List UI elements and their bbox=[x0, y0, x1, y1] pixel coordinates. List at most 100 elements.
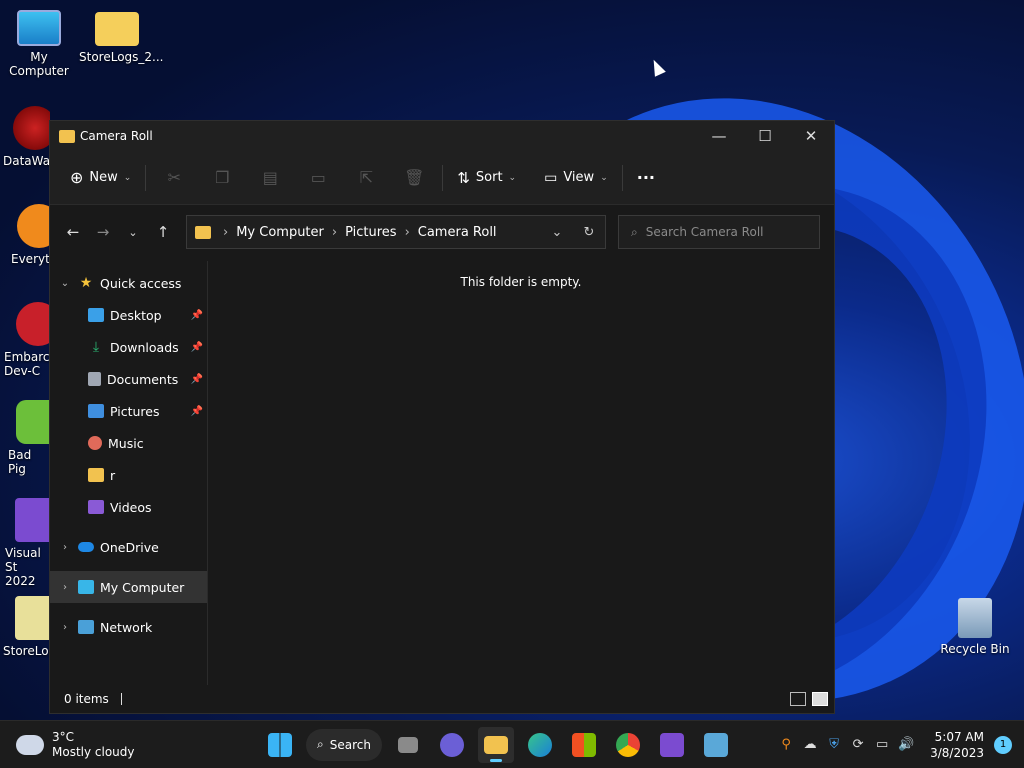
nav-quick-access[interactable]: ⌄ ★ Quick access bbox=[50, 267, 207, 299]
edge-icon bbox=[528, 732, 552, 757]
nav-my-computer[interactable]: › My Computer bbox=[50, 571, 207, 603]
sort-button[interactable]: ⇅ Sort ⌄ bbox=[447, 161, 526, 195]
nav-network[interactable]: › Network bbox=[50, 611, 207, 643]
delete-button[interactable]: 🗑 bbox=[390, 161, 438, 195]
cut-button[interactable]: ✂ bbox=[150, 161, 198, 195]
nav-label: OneDrive bbox=[100, 539, 159, 555]
clipboard-icon: ▤ bbox=[262, 168, 278, 187]
nav-label: Desktop bbox=[110, 307, 162, 323]
chat-button[interactable] bbox=[434, 727, 470, 763]
chevron-right-icon: › bbox=[63, 621, 67, 633]
title-bar[interactable]: Camera Roll — ☐ ✕ bbox=[50, 121, 834, 151]
datawag-icon bbox=[13, 106, 50, 150]
notification-badge[interactable]: 1 bbox=[994, 735, 1012, 754]
copy-button[interactable]: ❐ bbox=[198, 161, 246, 195]
start-button[interactable] bbox=[262, 727, 298, 763]
desktop-icon-bad-piggies[interactable]: Bad Pig bbox=[0, 400, 50, 476]
chat-icon bbox=[440, 732, 464, 757]
nav-videos[interactable]: Videos bbox=[50, 491, 207, 523]
nav-onedrive[interactable]: › OneDrive bbox=[50, 531, 207, 563]
weather-widget[interactable]: 3°C Mostly cloudy bbox=[0, 730, 200, 760]
breadcrumb-camera-roll[interactable]: Camera Roll bbox=[418, 225, 497, 240]
maximize-button[interactable]: ☐ bbox=[742, 121, 788, 151]
file-explorer-taskbar-button[interactable] bbox=[478, 726, 514, 763]
onedrive-tray-icon[interactable]: ☁ bbox=[798, 737, 822, 752]
desktop-icon-my-computer[interactable]: My Computer bbox=[1, 10, 77, 78]
edge-button[interactable] bbox=[522, 727, 558, 763]
details-view-button[interactable] bbox=[790, 692, 806, 706]
address-row: ← → ⌄ ↑ › My Computer › Pictures › Camer… bbox=[50, 205, 834, 259]
storelog-app-icon bbox=[15, 596, 50, 640]
defender-shield-icon[interactable]: ⛨ bbox=[822, 737, 846, 752]
folder-icon bbox=[95, 12, 139, 46]
toolbar-separator bbox=[442, 164, 444, 191]
new-button[interactable]: ⊕ New ⌄ bbox=[60, 161, 141, 195]
new-label: New bbox=[89, 170, 118, 185]
nav-pictures[interactable]: Pictures 📌 bbox=[50, 395, 207, 427]
refresh-button[interactable]: ↻ bbox=[573, 225, 605, 240]
breadcrumb-my-computer[interactable]: My Computer bbox=[236, 225, 324, 240]
view-icon: ▭ bbox=[544, 169, 558, 186]
desktop-icon-recycle-bin[interactable]: Recycle Bin bbox=[937, 598, 1013, 656]
paste-button[interactable]: ▤ bbox=[246, 161, 294, 195]
recent-locations-button[interactable]: ⌄ bbox=[118, 217, 148, 247]
minimize-button[interactable]: — bbox=[696, 121, 742, 151]
storelog-app-button[interactable] bbox=[698, 727, 734, 763]
file-explorer-window: Camera Roll — ☐ ✕ ⊕ New ⌄ ✂ ❐ ▤ ▭ ⇱ 🗑 ⇅ … bbox=[49, 120, 835, 714]
close-button[interactable]: ✕ bbox=[788, 121, 834, 151]
rename-icon: ▭ bbox=[310, 168, 326, 187]
desktop-icon-visual-studio[interactable]: Visual St 2022 bbox=[0, 498, 50, 588]
sync-icon[interactable]: ⟳ bbox=[846, 737, 870, 752]
video-icon bbox=[88, 500, 104, 514]
nav-folder-r[interactable]: r bbox=[50, 459, 207, 491]
star-icon: ★ bbox=[79, 275, 93, 291]
clock[interactable]: 5:07 AM 3/8/2023 bbox=[930, 729, 984, 761]
nav-downloads[interactable]: ⤓ Downloads 📌 bbox=[50, 331, 207, 363]
desktop-icon-devcpp[interactable]: Embarca Dev-C bbox=[0, 302, 50, 378]
nav-desktop[interactable]: Desktop 📌 bbox=[50, 299, 207, 331]
desktop-icon-datawag[interactable]: DataWag bbox=[0, 106, 50, 168]
store-button[interactable] bbox=[566, 727, 602, 763]
forward-button[interactable]: → bbox=[88, 217, 118, 247]
chevron-down-icon: ⌄ bbox=[551, 224, 563, 240]
nav-documents[interactable]: Documents 📌 bbox=[50, 363, 207, 395]
chrome-button[interactable] bbox=[610, 727, 646, 763]
search-box[interactable]: ⌕ Search Camera Roll bbox=[618, 215, 820, 249]
large-icons-view-button[interactable] bbox=[812, 692, 828, 706]
trash-icon: 🗑 bbox=[404, 168, 425, 187]
desktop-icon-everything[interactable]: Everyth bbox=[0, 204, 50, 266]
desktop-icon-storelogs-folder[interactable]: StoreLogs_2... bbox=[79, 10, 163, 64]
file-list-area[interactable]: This folder is empty. bbox=[208, 261, 834, 685]
back-button[interactable]: ← bbox=[58, 217, 88, 247]
network-icon[interactable]: ▭ bbox=[870, 737, 894, 752]
rename-button[interactable]: ▭ bbox=[294, 161, 342, 195]
visual-studio-button[interactable] bbox=[654, 727, 690, 763]
breadcrumb-pictures[interactable]: Pictures bbox=[345, 225, 396, 240]
everything-tray-icon[interactable]: ⚲ bbox=[774, 737, 798, 752]
music-icon bbox=[88, 436, 102, 450]
clock-time: 5:07 AM bbox=[934, 729, 984, 744]
address-dropdown-button[interactable]: ⌄ bbox=[541, 225, 573, 240]
desktop-icon-storelog-app[interactable]: StoreLog bbox=[0, 596, 50, 658]
address-bar[interactable]: › My Computer › Pictures › Camera Roll ⌄… bbox=[186, 215, 606, 249]
storelog-app-icon bbox=[704, 732, 728, 757]
desktop-icon-label: Recycle Bin bbox=[940, 642, 1010, 656]
network-icon bbox=[78, 620, 94, 634]
more-options-button[interactable]: ··· bbox=[627, 161, 665, 195]
view-button[interactable]: ▭ View ⌄ bbox=[534, 161, 618, 195]
task-view-button[interactable] bbox=[390, 727, 426, 763]
taskbar-search-button[interactable]: ⌕ Search bbox=[306, 728, 382, 761]
system-tray: ⚲ ☁ ⛨ ⟳ ▭ 🔊 5:07 AM 3/8/2023 1 bbox=[774, 721, 1024, 768]
nav-music[interactable]: Music bbox=[50, 427, 207, 459]
share-icon: ⇱ bbox=[359, 168, 374, 187]
desktop-folder-icon bbox=[88, 308, 104, 322]
ellipsis-icon: ··· bbox=[636, 168, 655, 187]
taskbar-search-label: Search bbox=[329, 737, 371, 752]
volume-icon[interactable]: 🔊 bbox=[894, 737, 918, 752]
folder-icon bbox=[484, 735, 508, 754]
folder-icon bbox=[195, 225, 211, 239]
share-button[interactable]: ⇱ bbox=[342, 161, 390, 195]
search-icon: ⌕ bbox=[631, 224, 638, 239]
plus-circle-icon: ⊕ bbox=[70, 168, 84, 187]
up-button[interactable]: ↑ bbox=[148, 217, 178, 247]
